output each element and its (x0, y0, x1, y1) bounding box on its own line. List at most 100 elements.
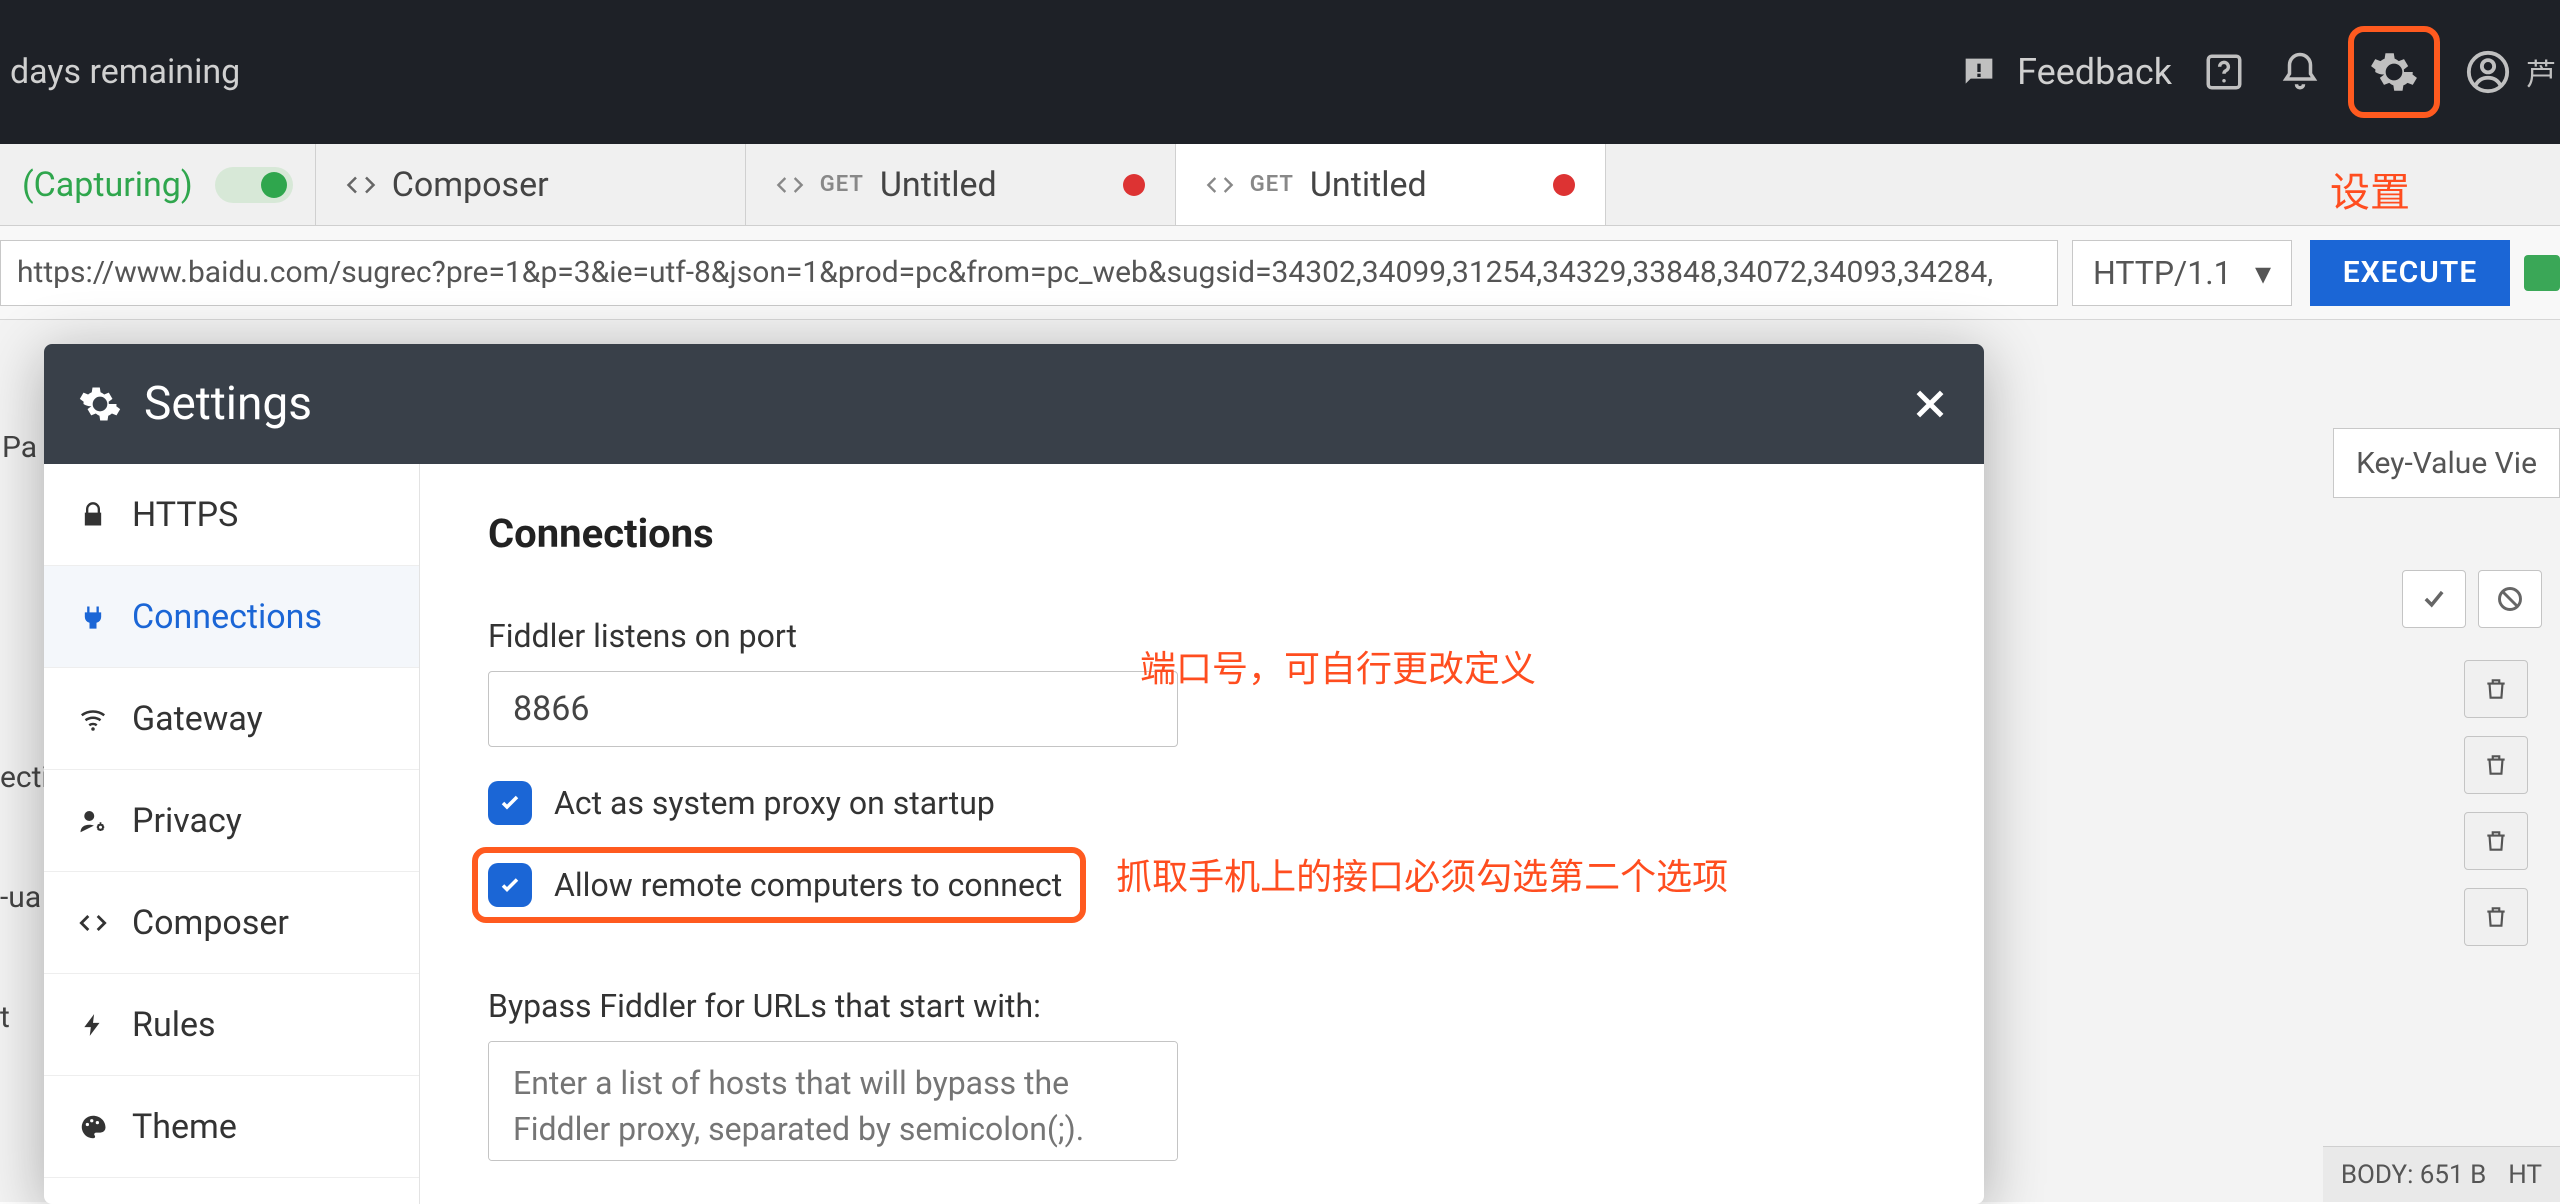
trash-column (2464, 660, 2528, 946)
annotation-settings-label: 设置 (2330, 160, 2410, 218)
trash-icon (2483, 752, 2509, 778)
trash-icon (2483, 904, 2509, 930)
http-version-label: HTTP/1.1 (2093, 254, 2232, 292)
feedback-button[interactable]: Feedback (1959, 51, 2172, 93)
content-heading: Connections (488, 510, 1916, 557)
checkbox-system-proxy[interactable] (488, 781, 532, 825)
http-version-select[interactable]: HTTP/1.1 ▾ (2072, 240, 2292, 306)
row-truncated-1: ecti (0, 760, 49, 795)
close-button[interactable] (1910, 384, 1950, 424)
sidebar-item-theme[interactable]: Theme (44, 1076, 419, 1178)
lock-icon (76, 501, 110, 529)
settings-button[interactable] (2369, 47, 2419, 97)
notifications-button[interactable] (2262, 34, 2338, 110)
sidebar-item-https[interactable]: HTTPS (44, 464, 419, 566)
unsaved-indicator-icon (1123, 174, 1145, 196)
tab-untitled-1[interactable]: GET Untitled (746, 144, 1176, 225)
settings-content: Connections Fiddler listens on port 端口号，… (420, 464, 1984, 1204)
palette-icon (76, 1112, 110, 1142)
help-button[interactable] (2186, 34, 2262, 110)
trash-icon (2483, 828, 2509, 854)
sidebar-item-label: Privacy (132, 801, 242, 841)
trial-days-remaining: days remaining (10, 52, 240, 92)
close-icon (1910, 384, 1950, 424)
checkbox-label: Act as system proxy on startup (554, 784, 995, 822)
status-ht: HT (2508, 1160, 2542, 1190)
user-avatar-icon (2465, 49, 2511, 95)
account-button[interactable] (2450, 34, 2526, 110)
code-icon (1206, 171, 1234, 199)
save-button[interactable] (2524, 255, 2560, 291)
row-truncated-3: t (0, 1000, 10, 1035)
sidebar-item-label: Theme (132, 1107, 237, 1147)
modal-title: Settings (144, 377, 312, 431)
capturing-label: (Capturing) (22, 165, 193, 205)
chevron-down-icon: ▾ (2255, 254, 2271, 292)
url-bar-row: https://www.baidu.com/sugrec?pre=1&p=3&i… (0, 226, 2560, 320)
bypass-section: Bypass Fiddler for URLs that start with: (488, 987, 1916, 1165)
tabs-row: (Capturing) Composer GET Untitled GET Un… (0, 144, 2560, 226)
sidebar-item-privacy[interactable]: Privacy (44, 770, 419, 872)
modal-header: Settings (44, 344, 1984, 464)
feedback-label: Feedback (2017, 51, 2172, 93)
code-icon (776, 171, 804, 199)
settings-button-highlight (2348, 26, 2440, 118)
check-icon (498, 862, 522, 909)
sidebar-item-label: Gateway (132, 699, 263, 739)
top-bar: days remaining Feedback 芦 (0, 0, 2560, 144)
sidebar-item-connections[interactable]: Connections (44, 566, 419, 668)
trash-icon (2483, 676, 2509, 702)
row-truncated-2: -ua (0, 880, 41, 915)
cancel-button[interactable] (2478, 570, 2542, 628)
bell-icon (2279, 51, 2321, 93)
sidebar-item-label: Connections (132, 597, 322, 637)
checkbox-label: Allow remote computers to connect (554, 866, 1062, 904)
tab-label: Untitled (1310, 165, 1427, 205)
help-icon (2203, 51, 2245, 93)
sidebar-item-label: Rules (132, 1005, 216, 1045)
check-icon (498, 791, 522, 815)
feedback-icon (1959, 52, 1999, 92)
port-input[interactable] (488, 671, 1178, 747)
capture-toggle[interactable] (215, 167, 293, 203)
wifi-icon (76, 704, 110, 734)
code-icon (346, 170, 376, 200)
sidebar-item-gateway[interactable]: Gateway (44, 668, 419, 770)
delete-row-button[interactable] (2464, 660, 2528, 718)
checkbox-system-proxy-row[interactable]: Act as system proxy on startup (488, 781, 1916, 825)
tab-label: Composer (392, 165, 549, 205)
user-cog-icon (76, 806, 110, 836)
menu-truncated: 芦 (2526, 50, 2546, 94)
check-icon (2420, 585, 2448, 613)
gear-icon (78, 382, 122, 426)
tab-method: GET (820, 172, 864, 197)
confirm-button[interactable] (2402, 570, 2466, 628)
status-bar: BODY: 651 B HT (2323, 1146, 2560, 1202)
annotation-remote: 抓取手机上的接口必须勾选第二个选项 (1116, 848, 1728, 900)
bypass-textarea[interactable] (488, 1041, 1178, 1161)
capturing-indicator[interactable]: (Capturing) (0, 144, 316, 225)
annotation-port: 端口号，可自行更改定义 (1140, 640, 1536, 692)
kv-label: Key-Value Vie (2356, 446, 2537, 481)
url-input[interactable]: https://www.baidu.com/sugrec?pre=1&p=3&i… (0, 240, 2058, 306)
checkbox-allow-remote[interactable] (488, 863, 532, 907)
tab-method: GET (1250, 172, 1294, 197)
bolt-icon (76, 1012, 110, 1038)
sidebar-item-rules[interactable]: Rules (44, 974, 419, 1076)
modal-body: HTTPS Connections Gateway Privacy (44, 464, 1984, 1204)
settings-modal: Settings HTTPS Connections (44, 344, 1984, 1204)
sidebar-item-label: Composer (132, 903, 289, 943)
execute-button[interactable]: EXECUTE (2310, 240, 2510, 306)
tab-composer[interactable]: Composer (316, 144, 746, 225)
sidebar-item-composer[interactable]: Composer (44, 872, 419, 974)
delete-row-button[interactable] (2464, 888, 2528, 946)
status-body-size: BODY: 651 B (2341, 1160, 2486, 1190)
key-value-view-button[interactable]: Key-Value Vie (2333, 428, 2560, 498)
checkbox-allow-remote-highlight: Allow remote computers to connect (472, 847, 1086, 923)
delete-row-button[interactable] (2464, 736, 2528, 794)
tab-untitled-2[interactable]: GET Untitled (1176, 144, 1606, 225)
bypass-label: Bypass Fiddler for URLs that start with: (488, 987, 1916, 1025)
sidebar-item-label: HTTPS (132, 495, 238, 535)
delete-row-button[interactable] (2464, 812, 2528, 870)
pa-label-truncated: Pa (2, 430, 37, 465)
